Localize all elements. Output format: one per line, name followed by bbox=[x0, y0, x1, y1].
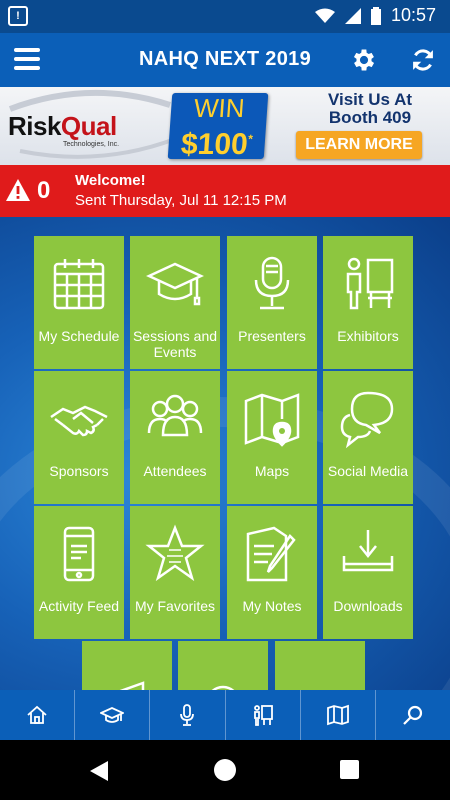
battery-icon bbox=[370, 6, 381, 25]
star-icon bbox=[145, 524, 205, 582]
tile-label: Presenters bbox=[238, 328, 306, 344]
tile-my-favorites[interactable]: My Favorites bbox=[130, 506, 220, 639]
win-badge: WIN $100* bbox=[167, 93, 269, 161]
tile-attendees[interactable]: Attendees bbox=[130, 371, 220, 504]
app-header: NAHQ NEXT 2019 bbox=[0, 33, 450, 87]
banner-logo: RiskQual bbox=[8, 111, 117, 141]
exhibitor-booth-icon bbox=[346, 257, 394, 310]
graduation-cap-icon bbox=[100, 707, 125, 723]
microphone-icon bbox=[254, 256, 290, 310]
tile-help[interactable] bbox=[178, 641, 268, 690]
back-icon[interactable] bbox=[88, 760, 110, 782]
refresh-icon[interactable] bbox=[409, 46, 437, 74]
exhibitor-booth-icon bbox=[253, 705, 273, 726]
tile-label: Maps bbox=[254, 463, 290, 479]
tile-label: My Notes bbox=[242, 598, 302, 614]
alert-bar[interactable]: 0 Welcome! Sent Thursday, Jul 11 12:15 P… bbox=[0, 165, 450, 217]
tile-label: Downloads bbox=[333, 598, 403, 614]
gear-icon[interactable] bbox=[350, 46, 378, 74]
tile-label: My Favorites bbox=[134, 598, 216, 614]
tile-social-media[interactable]: Social Media bbox=[323, 371, 413, 504]
warning-icon bbox=[6, 179, 30, 201]
megaphone-icon bbox=[119, 681, 145, 690]
booth-info: Visit Us At Booth 409 bbox=[327, 90, 413, 127]
tile-label: My Schedule bbox=[38, 328, 120, 344]
prize-amount: $100* bbox=[179, 128, 254, 161]
tile-sponsors[interactable]: Sponsors bbox=[34, 371, 124, 504]
system-icons: 10:57 bbox=[314, 5, 436, 26]
people-icon bbox=[147, 394, 203, 437]
alert-title: Welcome! bbox=[75, 172, 146, 189]
nav-exhibitors[interactable] bbox=[226, 690, 301, 740]
tile-presenters[interactable]: Presenters bbox=[227, 236, 317, 369]
nav-presenters[interactable] bbox=[150, 690, 226, 740]
page-title: NAHQ NEXT 2019 bbox=[138, 48, 312, 70]
tile-label: Sessions and Events bbox=[132, 328, 218, 360]
notification-icon: ! bbox=[8, 6, 28, 26]
home-icon bbox=[27, 705, 47, 724]
microphone-icon bbox=[180, 704, 195, 726]
alert-count: 0 bbox=[37, 177, 51, 204]
tile-downloads[interactable]: Downloads bbox=[323, 506, 413, 639]
learn-more-button[interactable]: LEARN MORE bbox=[296, 131, 422, 159]
tile-exhibitors[interactable]: Exhibitors bbox=[323, 236, 413, 369]
system-nav-bar bbox=[0, 740, 450, 800]
sponsor-banner[interactable]: RiskQual Technologies, Inc. WIN $100* Vi… bbox=[0, 87, 450, 165]
calendar-icon bbox=[53, 259, 105, 310]
graduation-cap-icon bbox=[146, 262, 204, 306]
search-icon bbox=[403, 705, 423, 725]
tile-share[interactable] bbox=[275, 641, 365, 690]
nav-maps[interactable] bbox=[301, 690, 376, 740]
signal-icon bbox=[344, 7, 361, 24]
download-icon bbox=[342, 530, 394, 572]
tile-label: Sponsors bbox=[49, 463, 109, 479]
clock: 10:57 bbox=[390, 5, 436, 25]
tile-label: Exhibitors bbox=[337, 328, 399, 344]
tile-announcements[interactable] bbox=[82, 641, 172, 690]
handshake-icon bbox=[50, 405, 108, 437]
nav-home[interactable] bbox=[0, 690, 76, 740]
chat-bubbles-icon bbox=[340, 391, 394, 449]
nav-sessions[interactable] bbox=[75, 690, 151, 740]
phone-icon bbox=[63, 526, 95, 582]
tile-my-schedule[interactable]: My Schedule bbox=[34, 236, 124, 369]
tile-activity-feed[interactable]: Activity Feed bbox=[34, 506, 124, 639]
tile-label: Activity Feed bbox=[38, 598, 120, 614]
map-icon bbox=[326, 704, 349, 726]
status-bar: ! 10:57 bbox=[0, 0, 450, 33]
home-button[interactable] bbox=[214, 759, 236, 781]
bottom-nav bbox=[0, 690, 450, 740]
tile-my-notes[interactable]: My Notes bbox=[227, 506, 317, 639]
alert-timestamp: Sent Thursday, Jul 11 12:15 PM bbox=[75, 192, 287, 209]
win-text: WIN bbox=[192, 93, 246, 123]
tile-label: Attendees bbox=[143, 463, 207, 479]
tile-grid: My Schedule Sessions and Events Presente… bbox=[0, 217, 450, 690]
map-icon bbox=[244, 393, 300, 447]
tile-sessions-and-events[interactable]: Sessions and Events bbox=[130, 236, 220, 369]
wifi-icon bbox=[314, 8, 335, 23]
notes-icon bbox=[246, 526, 296, 582]
banner-logo-subtitle: Technologies, Inc. bbox=[63, 141, 120, 148]
recent-apps-button[interactable] bbox=[340, 760, 359, 779]
tile-label: Social Media bbox=[327, 463, 409, 479]
nav-search[interactable] bbox=[376, 690, 450, 740]
share-icon bbox=[290, 659, 350, 690]
help-icon bbox=[211, 685, 235, 690]
tile-maps[interactable]: Maps bbox=[227, 371, 317, 504]
